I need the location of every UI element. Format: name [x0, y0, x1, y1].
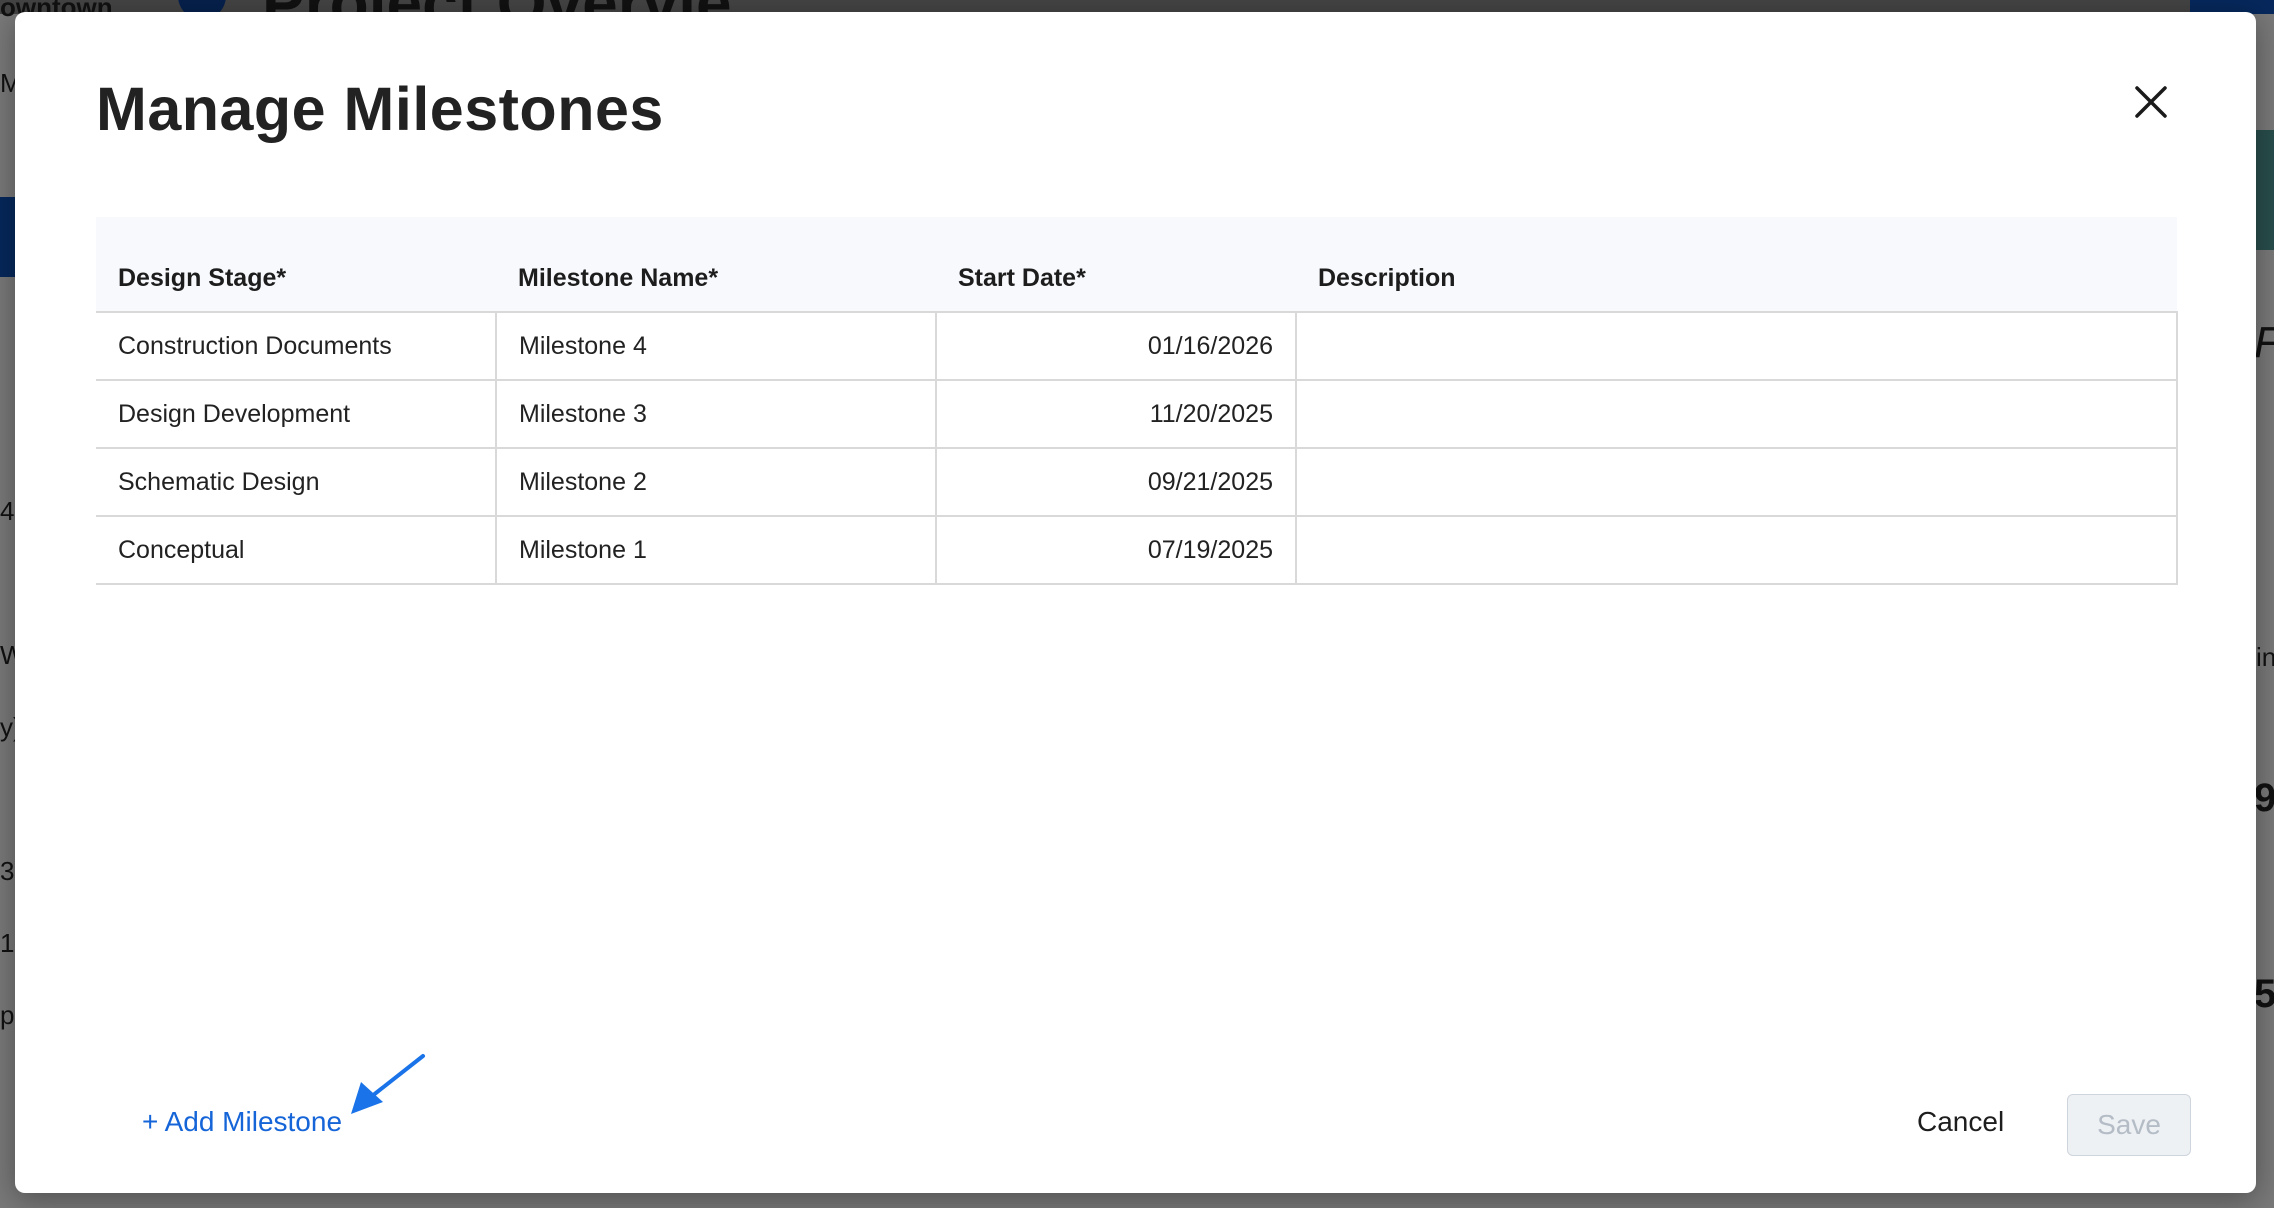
close-button[interactable] [2123, 74, 2179, 130]
design-stage-cell[interactable]: Conceptual [96, 515, 497, 585]
dialog-title: Manage Milestones [96, 75, 664, 143]
table-row: Construction Documents Milestone 4 01/16… [96, 311, 2178, 381]
column-header-milestone-name: Milestone Name* [518, 264, 719, 292]
milestone-name-cell[interactable]: Milestone 1 [495, 515, 937, 585]
design-stage-cell[interactable]: Design Development [96, 379, 497, 449]
table-row: Schematic Design Milestone 2 09/21/2025 [96, 447, 2178, 517]
add-milestone-button[interactable]: + Add Milestone [142, 1106, 342, 1138]
table-row: Design Development Milestone 3 11/20/202… [96, 379, 2178, 449]
start-date-cell[interactable]: 09/21/2025 [935, 447, 1297, 517]
column-header-start-date: Start Date* [958, 264, 1086, 292]
column-header-design-stage: Design Stage* [118, 264, 287, 292]
description-cell[interactable] [1295, 379, 2178, 449]
design-stage-cell[interactable]: Construction Documents [96, 311, 497, 381]
description-cell[interactable] [1295, 515, 2178, 585]
milestone-name-cell[interactable]: Milestone 4 [495, 311, 937, 381]
manage-milestones-dialog: Manage Milestones Design Stage* Mileston… [15, 12, 2256, 1193]
description-cell[interactable] [1295, 447, 2178, 517]
milestone-name-cell[interactable]: Milestone 2 [495, 447, 937, 517]
description-cell[interactable] [1295, 311, 2178, 381]
table-row: Conceptual Milestone 1 07/19/2025 [96, 515, 2178, 585]
pointer-arrow-icon [351, 1054, 425, 1114]
close-icon [2135, 86, 2167, 118]
milestone-name-cell[interactable]: Milestone 3 [495, 379, 937, 449]
column-header-description: Description [1318, 264, 1456, 292]
milestones-table: Design Stage* Milestone Name* Start Date… [96, 217, 2178, 585]
table-header-row: Design Stage* Milestone Name* Start Date… [96, 217, 2177, 312]
save-button[interactable]: Save [2067, 1094, 2191, 1156]
design-stage-cell[interactable]: Schematic Design [96, 447, 497, 517]
start-date-cell[interactable]: 07/19/2025 [935, 515, 1297, 585]
start-date-cell[interactable]: 01/16/2026 [935, 311, 1297, 381]
start-date-cell[interactable]: 11/20/2025 [935, 379, 1297, 449]
cancel-button[interactable]: Cancel [1917, 1106, 2004, 1138]
